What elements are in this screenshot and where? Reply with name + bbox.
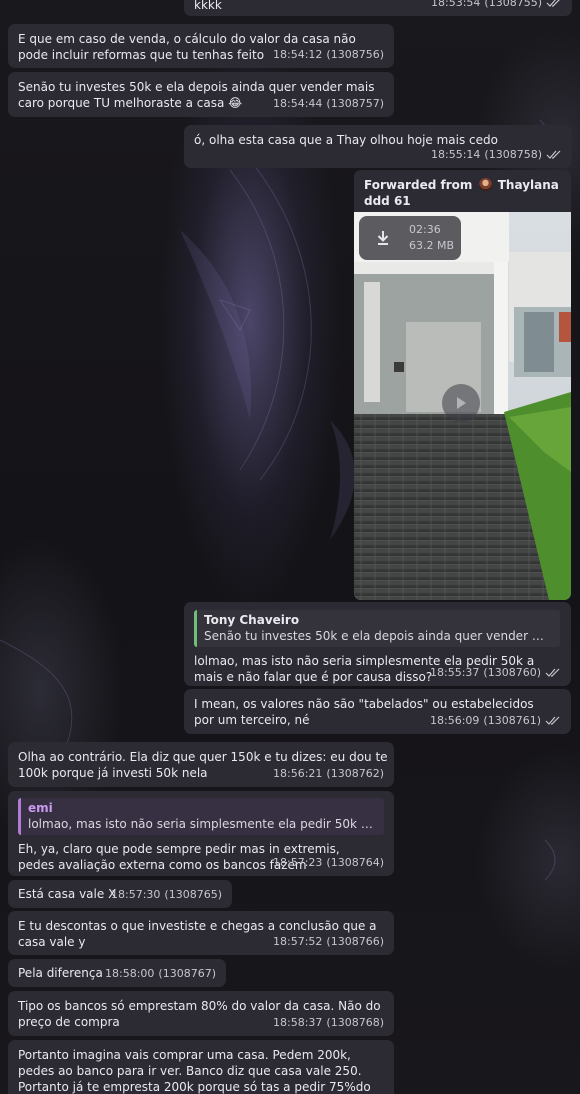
message-time: 18:56:09 — [430, 714, 480, 727]
message-id: (1308762) — [326, 767, 384, 780]
message-id: (1308768) — [326, 1016, 384, 1029]
avatar-icon — [478, 178, 492, 191]
message-text: Portanto imagina vais comprar uma casa. … — [18, 1048, 371, 1094]
message-time: 18:58:37 — [273, 1016, 323, 1029]
message-bubble-incoming[interactable]: Pela diferença 18:58:00 (1308767) — [8, 959, 226, 987]
message-id: (1308758) — [484, 148, 542, 161]
message-list[interactable]: kkkk 18:53:54 (1308755) E que em caso de… — [0, 0, 580, 1094]
message-id: (1308757) — [326, 97, 384, 110]
message-id: (1308761) — [483, 714, 541, 727]
reply-author: Tony Chaveiro — [204, 613, 300, 627]
message-bubble-incoming[interactable]: Tipo os bancos só emprestam 80% do valor… — [8, 991, 394, 1036]
message-bubble-outgoing[interactable]: kkkk 18:53:54 (1308755) — [184, 0, 572, 16]
message-time: 18:54:12 — [273, 48, 323, 61]
message-bubble-incoming[interactable]: emi lolmao, mas isto não seria simplesme… — [8, 791, 394, 876]
message-meta: 18:58:00 (1308767) — [105, 966, 216, 982]
message-meta: 18:58:37 (1308768) — [273, 1015, 384, 1031]
message-id: (1308760) — [483, 666, 541, 679]
reply-preview[interactable]: emi lolmao, mas isto não seria simplesme… — [18, 798, 384, 835]
message-time: 18:57:52 — [273, 935, 323, 948]
message-time: 18:57:30 — [111, 888, 161, 901]
message-meta: 18:56:21 (1308762) — [273, 766, 384, 782]
message-text: ó, olha esta casa que a Thay olhou hoje … — [194, 133, 498, 147]
message-bubble-incoming[interactable]: E que em caso de venda, o cálculo do val… — [8, 24, 394, 68]
message-id: (1308756) — [326, 48, 384, 61]
message-id: (1308765) — [164, 888, 222, 901]
message-time: 18:58:00 — [105, 967, 155, 980]
play-button[interactable] — [442, 384, 480, 422]
video-info: 02:36 63.2 MB — [409, 222, 454, 254]
message-meta: 18:55:14 (1308758) — [431, 147, 562, 163]
message-text: Pela diferença — [18, 966, 103, 980]
double-check-icon — [545, 716, 560, 725]
message-meta: 18:53:54 (1308755) — [431, 0, 562, 11]
download-arrow-icon — [377, 231, 389, 245]
video-size: 63.2 MB — [409, 239, 455, 252]
reply-author: emi — [28, 801, 53, 815]
forwarded-video-message[interactable]: Forwarded from Thaylana ddd 61 02:36 63.… — [354, 170, 571, 600]
reply-snippet: lolmao, mas isto não seria simplesmente … — [28, 817, 376, 831]
message-meta: 18:57:30 (1308765) — [111, 887, 222, 903]
reply-preview[interactable]: Tony Chaveiro Senão tu investes 50k e el… — [194, 610, 560, 647]
message-meta: 18:57:23 (1308764) — [273, 855, 384, 871]
double-check-icon — [546, 0, 560, 7]
message-id: (1308767) — [158, 967, 216, 980]
message-bubble-outgoing[interactable]: ó, olha esta casa que a Thay olhou hoje … — [184, 125, 572, 168]
video-duration: 02:36 — [409, 223, 441, 236]
message-bubble-incoming[interactable]: Portanto imagina vais comprar uma casa. … — [8, 1040, 394, 1094]
play-icon — [457, 397, 466, 409]
video-thumbnail[interactable]: 02:36 63.2 MB — [354, 212, 571, 600]
message-meta: 18:54:44 (1308757) — [273, 96, 384, 112]
message-time: 18:55:37 — [430, 666, 480, 679]
message-meta: 18:54:12 (1308756) — [273, 47, 384, 63]
message-time: 18:53:54 — [431, 0, 481, 9]
reply-snippet: Senão tu investes 50k e ela depois ainda… — [204, 629, 552, 643]
message-id: (1308755) — [484, 0, 542, 9]
message-time: 18:54:44 — [273, 97, 323, 110]
message-time: 18:55:14 — [431, 148, 481, 161]
message-bubble-incoming[interactable]: E tu descontas o que investiste e chegas… — [8, 911, 394, 955]
message-id: (1308764) — [326, 856, 384, 869]
message-text: Está casa vale X — [18, 887, 117, 901]
download-button[interactable]: 02:36 63.2 MB — [359, 216, 461, 260]
message-bubble-outgoing[interactable]: Tony Chaveiro Senão tu investes 50k e el… — [184, 602, 571, 686]
message-meta: 18:56:09 (1308761) — [430, 713, 561, 729]
forwarded-label: Forwarded from — [364, 178, 473, 192]
message-bubble-incoming[interactable]: Olha ao contrário. Ela diz que quer 150k… — [8, 742, 394, 787]
message-time: 18:57:23 — [273, 856, 323, 869]
message-text: kkkk — [194, 0, 222, 12]
message-meta: 18:57:52 (1308766) — [273, 934, 384, 950]
forwarded-header: Forwarded from Thaylana ddd 61 — [364, 177, 561, 209]
message-bubble-incoming[interactable]: Está casa vale X 18:57:30 (1308765) — [8, 880, 232, 908]
message-id: (1308766) — [326, 935, 384, 948]
message-bubble-outgoing[interactable]: I mean, os valores não são "tabelados" o… — [184, 689, 571, 734]
double-check-icon — [546, 150, 561, 159]
message-meta: 18:55:37 (1308760) — [430, 665, 561, 681]
message-time: 18:56:21 — [273, 767, 323, 780]
double-check-icon — [545, 668, 560, 677]
message-bubble-incoming[interactable]: Senão tu investes 50k e ela depois ainda… — [8, 72, 394, 117]
